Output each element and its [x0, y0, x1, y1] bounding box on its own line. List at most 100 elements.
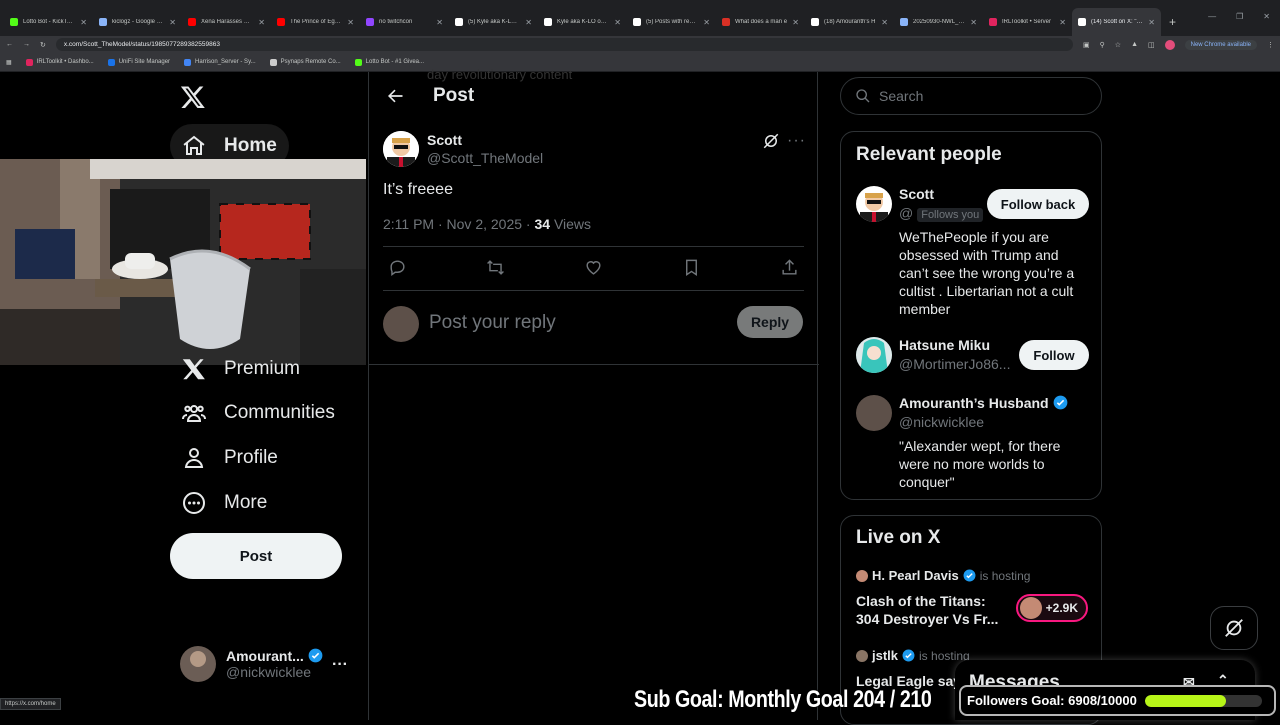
- verified-badge-icon: [963, 569, 976, 582]
- tweet-author-avatar[interactable]: [383, 131, 419, 167]
- follow-back-button[interactable]: Follow back: [987, 189, 1089, 219]
- divider: [383, 290, 804, 291]
- profile-avatar-icon[interactable]: [1164, 39, 1175, 50]
- browser-tab[interactable]: (14) Scott on X: "It's ✕: [1072, 8, 1161, 36]
- cast-icon[interactable]: ▣: [1083, 41, 1090, 49]
- browser-tab[interactable]: no twitchcon ✕: [360, 8, 449, 36]
- grok-fab-button[interactable]: [1210, 606, 1258, 650]
- nav-communities[interactable]: Communities: [170, 391, 347, 435]
- tab-close-icon[interactable]: ✕: [347, 18, 354, 27]
- restore-icon[interactable]: ❐: [1236, 12, 1243, 21]
- bookmark-item[interactable]: UniFi Site Manager: [107, 58, 170, 66]
- tab-close-icon[interactable]: ✕: [792, 18, 799, 27]
- account-more-icon[interactable]: ···: [332, 656, 348, 674]
- search-icon: [856, 89, 870, 103]
- tab-close-icon[interactable]: ✕: [258, 18, 265, 27]
- tweet-author-handle[interactable]: @Scott_TheModel: [427, 150, 543, 166]
- person-item[interactable]: Scott @ Follows you Follow back WeThePeop…: [856, 186, 1090, 318]
- address-bar[interactable]: x.com/Scott_TheModel/status/198507728938…: [55, 38, 1074, 51]
- compose-post-button[interactable]: Post: [170, 533, 342, 579]
- tab-close-icon[interactable]: ✕: [80, 18, 87, 27]
- sidepanel-icon[interactable]: ◫: [1148, 41, 1155, 49]
- back-arrow-icon[interactable]: [385, 86, 405, 106]
- share-icon[interactable]: [780, 258, 799, 277]
- nav-more[interactable]: More: [170, 481, 279, 525]
- nav-profile[interactable]: Profile: [170, 436, 290, 480]
- reply-button[interactable]: Reply: [737, 306, 803, 338]
- back-icon[interactable]: ←: [6, 41, 13, 48]
- grok-icon: [1225, 619, 1243, 637]
- webcam-overlay: [0, 159, 366, 365]
- x-logo-icon[interactable]: [180, 84, 206, 110]
- reply-avatar: [383, 306, 419, 342]
- tab-close-icon[interactable]: ✕: [525, 18, 532, 27]
- status-url-tooltip: https://x.com/home: [0, 698, 61, 710]
- account-switcher[interactable]: Amourant... @nickwicklee ···: [180, 646, 360, 682]
- nav-premium-label: Premium: [224, 358, 301, 379]
- live-host-name: jstlk: [872, 648, 899, 663]
- bookmark-icon[interactable]: [682, 258, 701, 277]
- browser-tab[interactable]: (18) Amouranth's H ✕: [805, 8, 894, 36]
- tab-favicon-icon: [722, 18, 730, 26]
- tab-close-icon[interactable]: ✕: [703, 18, 710, 27]
- menu-kebab-icon[interactable]: ⋮: [1267, 41, 1274, 49]
- apps-grid-icon[interactable]: ▦: [6, 59, 12, 66]
- zoom-icon[interactable]: ⚲: [1100, 41, 1105, 49]
- browser-tab[interactable]: (5) Kyle aka K-LO on ✕: [449, 8, 538, 36]
- live-space-title[interactable]: Clash of the Titans: 304 Destroyer Vs Fr…: [856, 592, 1006, 628]
- grok-icon[interactable]: [762, 132, 780, 150]
- search-input[interactable]: Search: [840, 77, 1102, 115]
- forward-icon[interactable]: →: [23, 41, 30, 48]
- browser-tab[interactable]: 20250930-NWL_STE ✕: [894, 8, 983, 36]
- post-header: Post: [369, 72, 819, 120]
- live-listeners-pill[interactable]: +2.9K: [1016, 594, 1088, 622]
- tab-close-icon[interactable]: ✕: [436, 18, 443, 27]
- bookmark-item[interactable]: IRLToolkit • Dashbo...: [25, 58, 94, 66]
- tab-close-icon[interactable]: ✕: [614, 18, 621, 27]
- tab-title: What does a man e: [735, 19, 788, 25]
- person-item[interactable]: Amouranth’s Husband @nickwicklee "Alexan…: [856, 395, 1090, 495]
- tweet-more-icon[interactable]: ···: [787, 132, 806, 150]
- like-heart-icon[interactable]: [584, 258, 603, 277]
- browser-tab[interactable]: The Prince of Egypt ✕: [271, 8, 360, 36]
- browser-tab[interactable]: (5) Posts with replie ✕: [627, 8, 716, 36]
- new-tab-button[interactable]: +: [1161, 8, 1184, 36]
- follow-button[interactable]: Follow: [1019, 340, 1089, 370]
- bookmark-item[interactable]: Lotto Bot - #1 Givea...: [354, 58, 424, 66]
- new-chrome-button[interactable]: New Chrome available: [1184, 39, 1257, 50]
- browser-tab[interactable]: kiclogz - Google Sea ✕: [93, 8, 182, 36]
- tab-favicon-icon: [900, 18, 908, 26]
- browser-tab[interactable]: Kyle aka K-LO on X: ✕: [538, 8, 627, 36]
- close-window-icon[interactable]: ✕: [1263, 12, 1270, 21]
- tab-title: Kyle aka K-LO on X:: [557, 19, 610, 25]
- tab-close-icon[interactable]: ✕: [970, 18, 977, 27]
- tab-close-icon[interactable]: ✕: [881, 18, 888, 27]
- bookmark-item[interactable]: Psynaps Remote Co...: [269, 58, 341, 66]
- bookmark-item[interactable]: Harrison_Server - Sy...: [184, 58, 256, 66]
- reload-icon[interactable]: ↻: [40, 41, 46, 49]
- nav-premium[interactable]: Premium: [170, 347, 312, 391]
- browser-tab[interactable]: Lotto Bot - KickTools ✕: [4, 8, 93, 36]
- webcam-scene: [0, 159, 366, 365]
- bookmark-star-icon[interactable]: ☆: [1115, 41, 1121, 49]
- tweet-timestamp[interactable]: 2:11 PM · Nov 2, 2025 ·: [383, 216, 534, 232]
- browser-tab[interactable]: What does a man e ✕: [716, 8, 805, 36]
- tab-close-icon[interactable]: ✕: [1059, 18, 1066, 27]
- live-host-row[interactable]: H. Pearl Davis is hosting: [856, 568, 1030, 583]
- page-title: Post: [433, 85, 475, 106]
- minimize-icon[interactable]: —: [1208, 12, 1216, 21]
- profile-icon: [184, 447, 204, 468]
- browser-tab[interactable]: IRLToolkit • Server ✕: [983, 8, 1072, 36]
- extensions-icon[interactable]: ▲: [1131, 41, 1138, 48]
- tab-close-icon[interactable]: ✕: [1148, 18, 1155, 27]
- x-premium-icon: [182, 359, 205, 380]
- tweet-meta: 2:11 PM · Nov 2, 2025 · 34 Views: [383, 216, 591, 232]
- person-item[interactable]: Hatsune Miku @MortimerJo86... Follow: [856, 337, 1090, 377]
- tab-close-icon[interactable]: ✕: [169, 18, 176, 27]
- reply-icon[interactable]: [388, 258, 407, 277]
- tweet-author-name[interactable]: Scott: [427, 132, 462, 148]
- repost-icon[interactable]: [486, 258, 505, 277]
- browser-tab[interactable]: Xena Harasses Nick ✕: [182, 8, 271, 36]
- reply-input[interactable]: Post your reply: [429, 312, 556, 334]
- live-host-row[interactable]: jstlk is hosting: [856, 648, 970, 663]
